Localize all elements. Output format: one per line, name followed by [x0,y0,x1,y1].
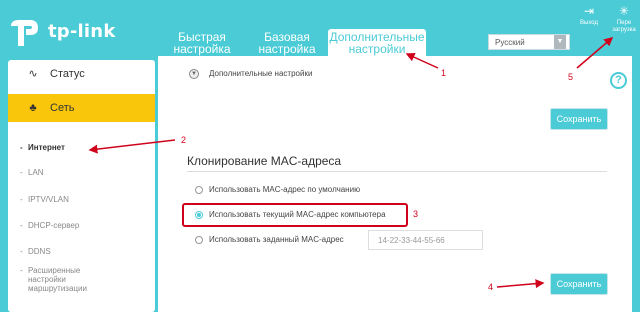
arrow-5 [576,37,614,69]
annotation-number-5: 5 [568,72,574,82]
arrow-1 [405,52,439,69]
annotation-number-1: 1 [441,68,447,78]
annotation-arrows [88,37,614,289]
annotation-number-3: 3 [413,209,419,219]
annotation-number-2: 2 [181,135,187,145]
annotation-number-4: 4 [488,282,494,292]
arrow-2 [88,139,176,154]
arrow-4 [496,279,545,289]
